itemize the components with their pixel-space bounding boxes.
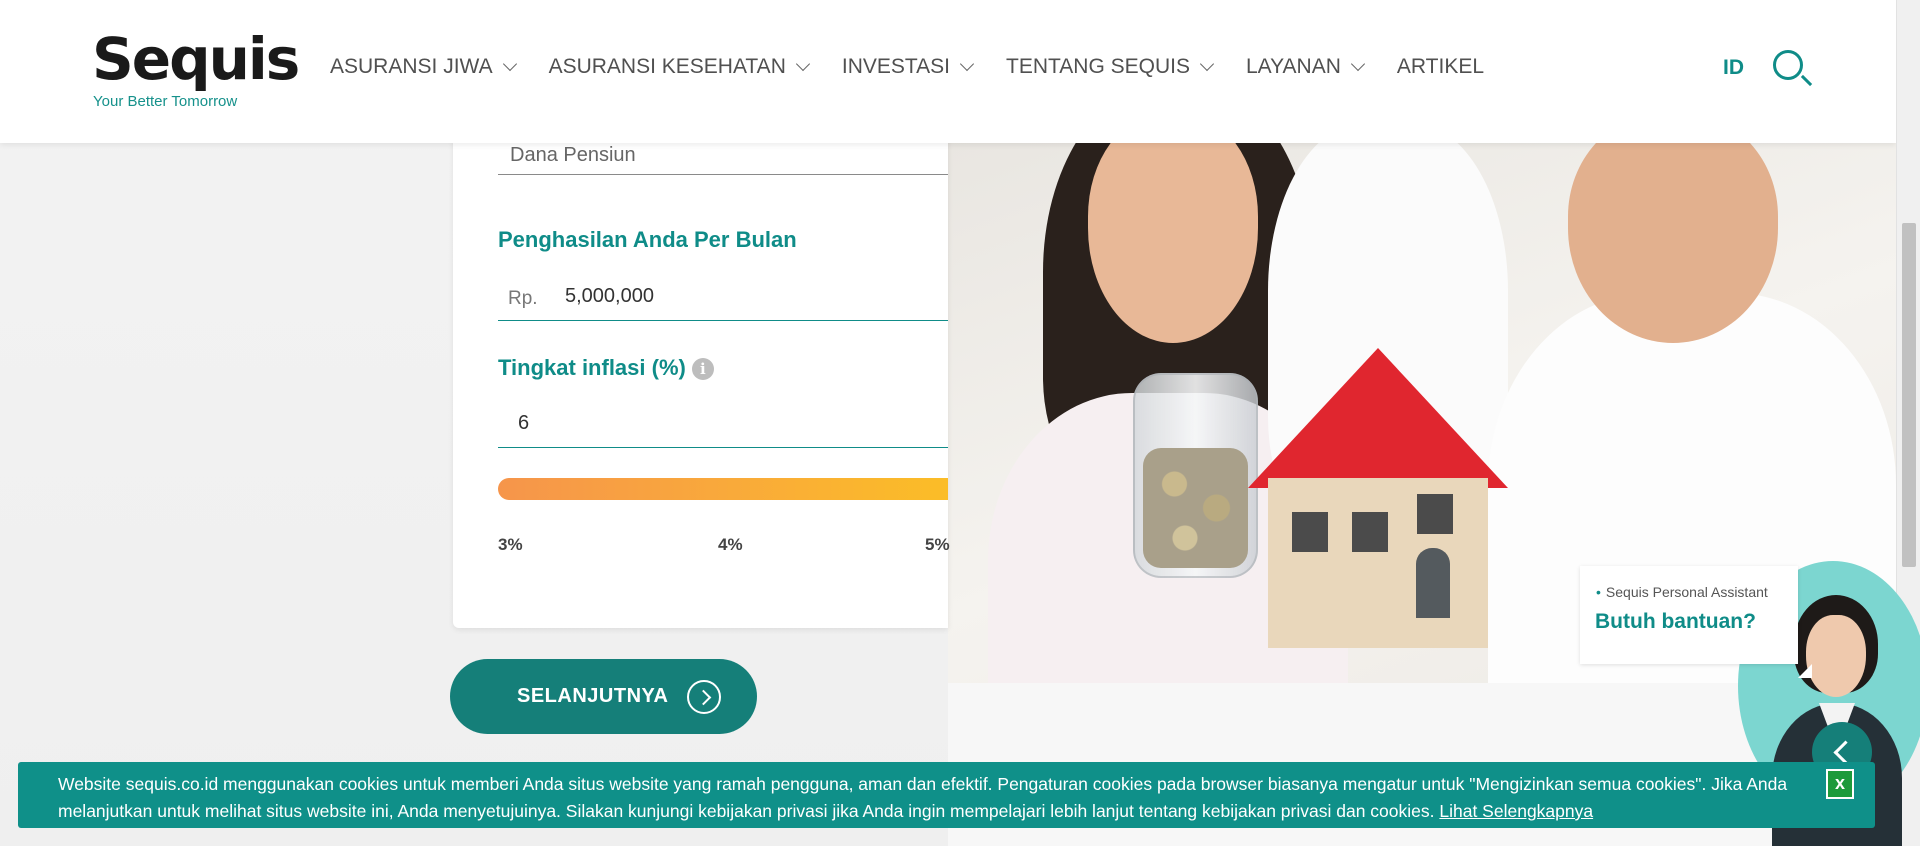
income-input[interactable]: 5,000,000 — [565, 285, 654, 308]
nav-asuransi-kesehatan[interactable]: ASURANSI KESEHATAN — [548, 55, 810, 79]
nav-label: ASURANSI KESEHATAN — [548, 55, 786, 78]
slider-tick: 5% — [925, 535, 950, 554]
inflation-label-row: Tingkat inflasi (%) i — [498, 355, 714, 381]
assistant-bubble[interactable]: Sequis Personal Assistant Butuh bantuan? — [1580, 566, 1798, 664]
chevron-down-icon — [959, 56, 975, 72]
goal-select[interactable]: Dana Pensiun — [498, 140, 948, 175]
nav-label: LAYANAN — [1245, 55, 1341, 78]
cookie-text-block: Website sequis.co.id menggunakan cookies… — [58, 771, 1803, 825]
chevron-right-icon — [687, 680, 721, 714]
nav-tentang-sequis[interactable]: TENTANG SEQUIS — [1006, 55, 1215, 79]
nav-label: INVESTASI — [841, 55, 950, 78]
cookie-banner: Website sequis.co.id menggunakan cookies… — [18, 762, 1875, 828]
avatar-face — [1806, 615, 1866, 697]
toy-house — [1248, 348, 1508, 668]
nav-investasi[interactable]: INVESTASI — [841, 55, 975, 79]
house-window — [1348, 508, 1392, 556]
main-nav: ASURANSI JIWA ASURANSI KESEHATAN INVESTA… — [330, 55, 1518, 79]
house-door — [1416, 548, 1450, 618]
income-field[interactable]: Rp. 5,000,000 — [498, 275, 948, 321]
nav-artikel[interactable]: ARTIKEL — [1397, 55, 1484, 79]
nav-label: TENTANG SEQUIS — [1006, 55, 1190, 78]
next-button[interactable]: SELANJUTNYA — [450, 659, 757, 734]
goal-value: Dana Pensiun — [510, 144, 636, 166]
house-window — [1288, 508, 1332, 556]
language-switch[interactable]: ID — [1723, 56, 1744, 80]
nav-asuransi-jiwa[interactable]: ASURANSI JIWA — [330, 55, 517, 79]
logo-tagline: Your Better Tomorrow — [93, 93, 238, 110]
nav-label: ARTIKEL — [1396, 55, 1485, 78]
cookie-more-link[interactable]: Lihat Selengkapnya — [1439, 801, 1593, 821]
coin-jar — [1133, 373, 1258, 578]
sequis-logo[interactable]: Sequis Your Better Tomorrow — [92, 25, 300, 110]
assistant-subtitle: Sequis Personal Assistant — [1596, 584, 1768, 600]
house-window — [1413, 490, 1457, 538]
nav-label: ASURANSI JIWA — [330, 55, 493, 78]
inflation-slider[interactable] — [498, 478, 948, 500]
inflation-input[interactable]: 6 — [518, 412, 529, 435]
income-label: Penghasilan Anda Per Bulan — [498, 227, 797, 252]
chevron-down-icon — [1350, 56, 1365, 72]
site-header: Sequis Your Better Tomorrow ASURANSI JIW… — [0, 0, 1896, 143]
cookie-close-button[interactable]: x — [1826, 769, 1854, 799]
chevron-down-icon — [1199, 56, 1215, 72]
currency-prefix: Rp. — [508, 288, 538, 309]
info-icon[interactable]: i — [691, 358, 714, 381]
bubble-tail — [1798, 664, 1812, 678]
chevron-down-icon — [502, 56, 517, 72]
coins — [1143, 448, 1248, 568]
nav-layanan[interactable]: LAYANAN — [1245, 55, 1365, 79]
slider-tick: 4% — [718, 535, 743, 554]
chevron-down-icon — [795, 56, 810, 72]
logo-wordmark: Sequis — [92, 25, 300, 93]
calculator-form-card: Dana Pensiun Penghasilan Anda Per Bulan … — [453, 110, 950, 628]
house-roof — [1248, 348, 1508, 488]
inflation-field[interactable]: 6 — [498, 400, 948, 448]
assistant-title: Butuh bantuan? — [1595, 610, 1756, 633]
slider-tick: 3% — [498, 535, 523, 554]
scrollbar-thumb[interactable] — [1902, 223, 1916, 567]
search-icon[interactable] — [1773, 50, 1803, 80]
inflation-label: Tingkat inflasi (%) — [498, 355, 686, 380]
next-button-label: SELANJUTNYA — [517, 685, 669, 707]
